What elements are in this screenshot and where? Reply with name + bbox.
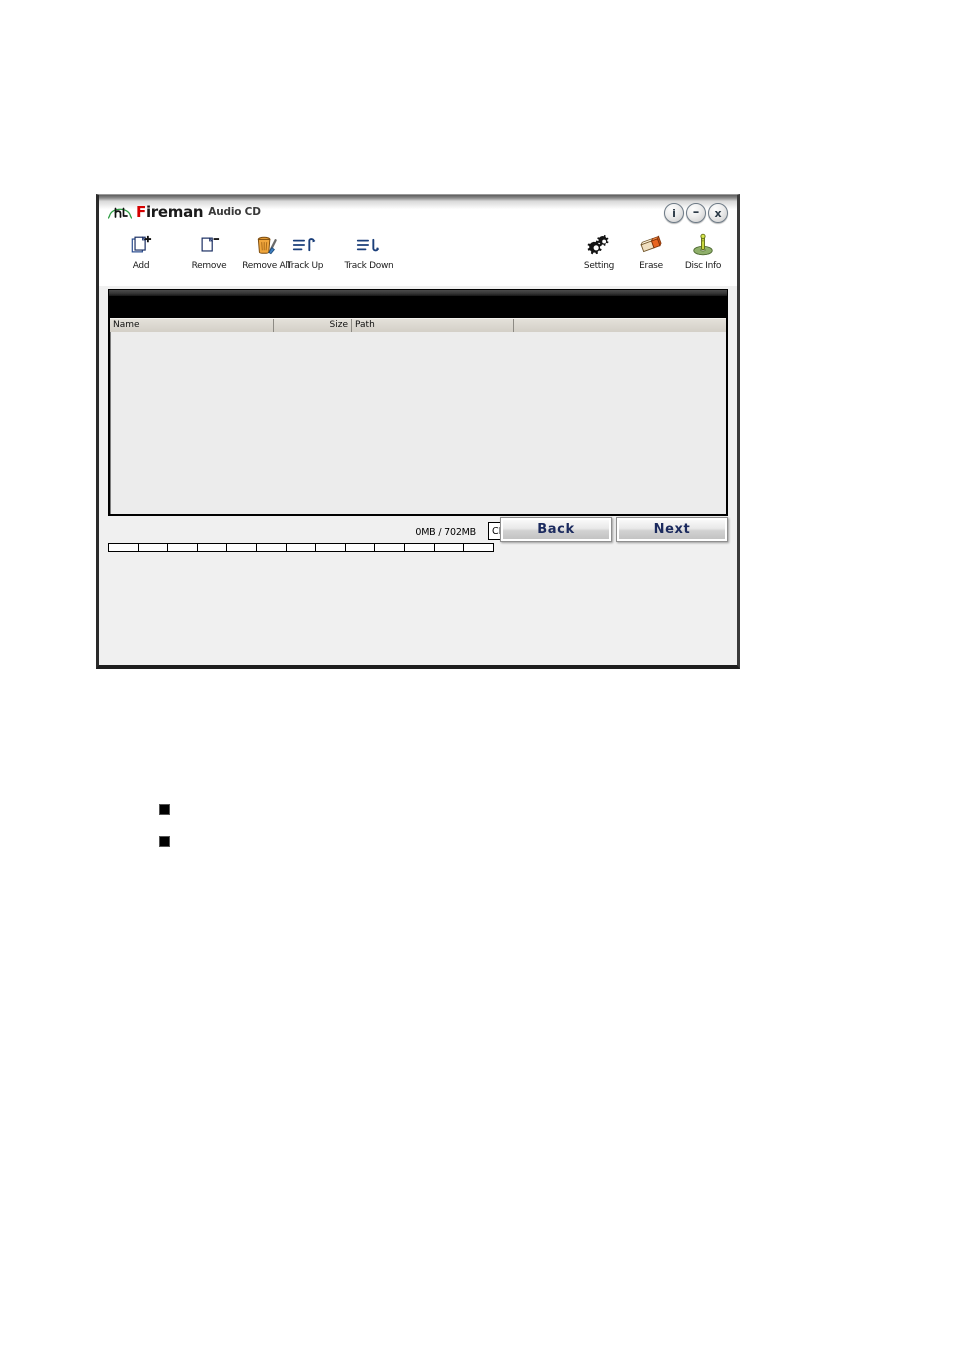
- minimize-icon: –: [692, 204, 700, 220]
- track-up-label: Track Up: [286, 261, 324, 271]
- toolbar-group-file: Add Remove Remove All: [119, 229, 295, 271]
- progress-segment: [257, 544, 286, 551]
- back-button[interactable]: Back: [500, 517, 612, 542]
- disc-info-button[interactable]: Disc Info: [677, 229, 729, 271]
- progress-segment: [197, 544, 227, 551]
- toolbar-group-track: Track Up Track Down: [279, 229, 401, 271]
- next-button[interactable]: Next: [616, 517, 728, 542]
- bullet-item-1: [159, 804, 170, 815]
- add-label: Add: [132, 261, 150, 271]
- progress-segment: [316, 544, 345, 551]
- minimize-button[interactable]: –: [686, 203, 706, 223]
- progress-segment: [405, 544, 434, 551]
- erase-button[interactable]: Erase: [629, 229, 673, 271]
- remove-button[interactable]: Remove: [183, 229, 235, 271]
- progress-segment: [375, 544, 405, 551]
- column-header-path[interactable]: Path: [352, 319, 514, 332]
- brand-first-letter: F: [136, 203, 146, 221]
- add-button[interactable]: Add: [119, 229, 163, 271]
- track-up-icon: [292, 232, 318, 258]
- toolbar: Add Remove Remove All Track Up Track Dow…: [99, 229, 737, 286]
- progress-segment: [464, 544, 493, 551]
- setting-label: Setting: [583, 261, 615, 271]
- next-label: Next: [653, 522, 691, 537]
- track-down-label: Track Down: [344, 261, 394, 271]
- close-icon: x: [714, 206, 722, 220]
- erase-label: Erase: [639, 261, 663, 271]
- bullet-item-2: [159, 836, 170, 847]
- progress-segment: [286, 544, 316, 551]
- capacity-progress-bar: [108, 543, 494, 552]
- capacity-text: 0MB / 702MB: [415, 527, 476, 538]
- app-logo: Fireman Audio CD: [108, 204, 261, 220]
- window-client-area: Fireman Audio CD i – x Add Remove Remove…: [99, 195, 737, 665]
- track-down-button[interactable]: Track Down: [337, 229, 401, 271]
- progress-segment: [168, 544, 197, 551]
- remove-label: Remove: [191, 261, 227, 271]
- document-page: Fireman Audio CD i – x Add Remove Remove…: [0, 0, 954, 1350]
- info-icon: i: [672, 206, 676, 220]
- track-list-panel: Name Size Path: [108, 289, 728, 516]
- setting-button[interactable]: Setting: [575, 229, 623, 271]
- brand-subtitle: Audio CD: [208, 206, 261, 218]
- brand-rest: ireman: [145, 203, 204, 221]
- toolbar-group-tools: Setting Erase Disc Info: [575, 229, 729, 271]
- remove-all-trash-icon: [255, 232, 278, 258]
- list-column-headers: Name Size Path: [110, 318, 726, 332]
- title-bar: Fireman Audio CD i – x: [99, 195, 737, 229]
- window-controls: i – x: [664, 203, 728, 223]
- column-header-filler: [514, 319, 726, 332]
- track-up-button[interactable]: Track Up: [279, 229, 331, 271]
- progress-segment: [434, 544, 464, 551]
- progress-segment: [227, 544, 257, 551]
- fireman-audio-cd-window: Fireman Audio CD i – x Add Remove Remove…: [96, 194, 740, 669]
- eraser-icon: [639, 232, 663, 258]
- remove-file-icon: [198, 232, 220, 258]
- column-header-name[interactable]: Name: [110, 319, 274, 332]
- disc-info-label: Disc Info: [684, 261, 722, 271]
- brand-name: Fireman: [136, 203, 204, 221]
- close-button[interactable]: x: [708, 203, 728, 223]
- track-down-icon: [356, 232, 382, 258]
- add-file-icon: [130, 232, 152, 258]
- fireman-logo-icon: [108, 207, 132, 219]
- progress-segment: [109, 544, 138, 551]
- disc-info-icon: [691, 232, 715, 258]
- wizard-navigation: Back Next: [500, 517, 728, 542]
- progress-segment: [138, 544, 168, 551]
- info-button[interactable]: i: [664, 203, 684, 223]
- track-list-body[interactable]: [110, 332, 726, 514]
- column-header-size[interactable]: Size: [274, 319, 352, 332]
- list-panel-topbar: [109, 290, 727, 296]
- progress-segment: [345, 544, 375, 551]
- gears-icon: [587, 232, 611, 258]
- back-label: Back: [537, 522, 575, 537]
